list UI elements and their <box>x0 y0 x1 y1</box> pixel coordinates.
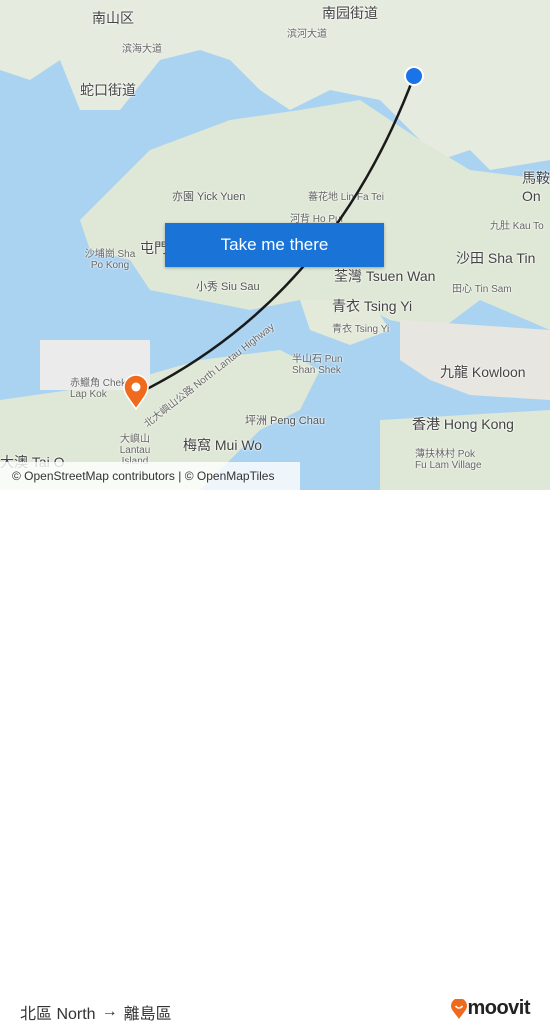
origin-name: 北區 North <box>20 1006 96 1023</box>
take-me-there-button[interactable]: Take me there <box>165 223 384 267</box>
brand-name: moovit <box>467 997 530 1019</box>
moovit-pin-icon <box>451 998 468 1019</box>
destination-name: 離島區 <box>123 1006 172 1023</box>
footer: 北區 North → 離島區 moovit <box>0 490 550 1023</box>
route-title: 北區 North → 離島區 <box>20 1000 172 1024</box>
arrow-right-icon: → <box>101 1003 118 1020</box>
origin-marker <box>404 66 424 86</box>
destination-pin-icon <box>123 374 149 411</box>
map[interactable]: 南山区 南园街道 滨海大道 滨河大道 蛇口街道 亦園 Yick Yuen 蕃花地… <box>0 0 550 490</box>
moovit-logo[interactable]: moovit <box>451 997 530 1020</box>
map-attribution[interactable]: © OpenStreetMap contributors | © OpenMap… <box>0 462 300 490</box>
